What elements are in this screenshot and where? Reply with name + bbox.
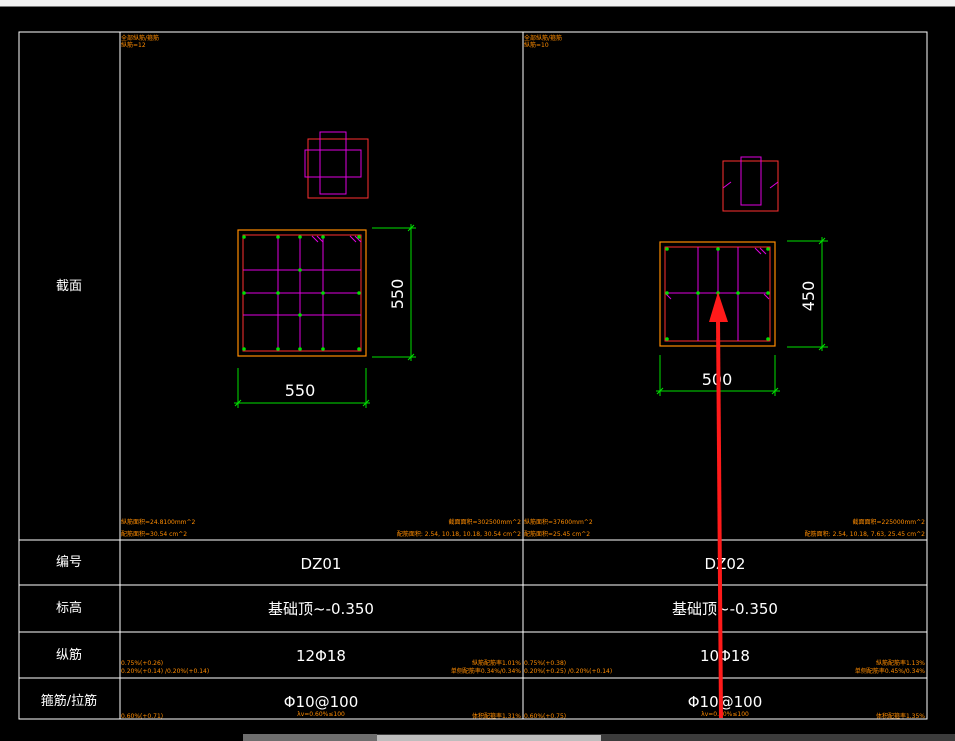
row-label-elevation: 标高 [56, 600, 82, 616]
area-note-right: 截面面积=225000mm^2 [853, 518, 926, 526]
column-dz01[interactable]: 全部纵筋/箍筋 纵筋=12 550 550 纵筋面积=24.8100mm^2 配… [121, 34, 521, 720]
rebar-dot [298, 313, 302, 317]
rebar-dot [321, 291, 325, 295]
long-note-left: 0.75%(+0.26) [121, 660, 163, 667]
rebar-dot [298, 347, 302, 351]
note-title: 全部纵筋/箍筋 [524, 34, 562, 42]
rebar-dot [665, 291, 669, 295]
column-stirrups: Φ10@100 [688, 693, 763, 711]
rebar-dot [298, 235, 302, 239]
long-note-left-2: 0.20%(+0.25) /0.20%(+0.14) [524, 668, 612, 675]
rebar-dot [242, 291, 246, 295]
note-count: 纵筋=12 [121, 41, 146, 49]
area-note-left-2: 配筋面积=25.45 cm^2 [524, 530, 590, 538]
rebar-dot [242, 347, 246, 351]
row-label-section: 截面 [56, 279, 82, 294]
rebar-dot [665, 247, 669, 251]
rebar-dot [276, 291, 280, 295]
long-note-left-2: 0.20%(+0.14) /0.20%(+0.14) [121, 668, 209, 675]
column-stirrups: Φ10@100 [284, 693, 359, 711]
row-label-id: 编号 [56, 555, 82, 570]
note-title: 全部纵筋/箍筋 [121, 34, 159, 42]
rebar-dot [736, 291, 740, 295]
stirrup-note: λv=0.60%≤100 [701, 711, 749, 718]
long-note-right-2: 单侧配筋率0.45%/0.34% [855, 667, 925, 675]
table-grid [18, 31, 928, 720]
area-note-right-2: 配筋面积: 2.54, 10.18, 7.63, 25.45 cm^2 [805, 530, 926, 538]
rebar-dot [357, 291, 361, 295]
long-note-right: 纵筋配筋率1.01% [472, 659, 521, 667]
area-note-right: 截面面积=302500mm^2 [449, 518, 522, 526]
rebar-dot [766, 337, 770, 341]
stirrup-note: λv=0.60%≤100 [297, 711, 345, 718]
dimension-lines [234, 224, 416, 408]
dim-height-label: 450 [799, 281, 818, 312]
rebar-dot [321, 235, 325, 239]
rebar-dot [242, 235, 246, 239]
column-long-bars: 12Φ18 [296, 647, 346, 665]
column-id: DZ01 [301, 555, 342, 573]
stirrup-note-left: 0.60%(+0.71) [121, 713, 163, 720]
rebar-dot [357, 347, 361, 351]
area-note-left: 纵筋面积=24.8100mm^2 [121, 518, 196, 526]
dimension-lines [656, 237, 828, 396]
stirrup-note-right: 体积配箍率1.35% [876, 712, 925, 720]
column-long-bars: 10Φ18 [700, 647, 750, 665]
scrollbar-left-segment[interactable] [243, 734, 377, 741]
area-note-right-2: 配筋面积: 2.54, 10.18, 10.18, 30.54 cm^2 [397, 530, 521, 538]
rebar-dot [276, 235, 280, 239]
note-count: 纵筋=10 [524, 41, 549, 49]
row-label-long-bars: 纵筋 [56, 647, 82, 663]
rebar-dot [766, 247, 770, 251]
long-note-right: 纵筋配筋率1.13% [876, 659, 925, 667]
rebar-dot [696, 291, 700, 295]
stirrup-note-right: 体积配箍率1.31% [472, 712, 521, 720]
rebar-dot [321, 347, 325, 351]
rebar-dot [766, 291, 770, 295]
column-id: DZ02 [705, 555, 746, 573]
column-dz02[interactable]: 全部纵筋/箍筋 纵筋=10 500 450 纵筋面积 [524, 34, 925, 720]
column-elevation: 基础顶~-0.350 [672, 600, 778, 618]
long-note-right-2: 单侧配筋率0.34%/0.34% [451, 667, 521, 675]
row-label-stirrups: 箍筋/拉筋 [41, 693, 97, 709]
rebar-dot [716, 247, 720, 251]
rebar-dot [357, 235, 361, 239]
dim-height-label: 550 [388, 279, 407, 310]
section-diagram [237, 229, 367, 357]
long-note-left: 0.75%(+0.38) [524, 660, 566, 667]
stirrup-note-left: 0.60%(+0.75) [524, 713, 566, 720]
stirrup-detail-diagram [722, 156, 779, 212]
area-note-left: 纵筋面积=37600mm^2 [524, 518, 593, 526]
column-elevation: 基础顶~-0.350 [268, 600, 374, 618]
rebar-dot [276, 347, 280, 351]
area-note-left-2: 配筋面积=30.54 cm^2 [121, 530, 187, 538]
scrollbar-thumb[interactable] [377, 735, 601, 741]
rebar-dot [665, 337, 669, 341]
rebar-dot [298, 268, 302, 272]
cad-drawing-canvas[interactable]: 截面 编号 标高 纵筋 箍筋/拉筋 全部纵筋/箍筋 纵筋=12 550 550 … [0, 0, 955, 741]
dim-width-label: 550 [285, 381, 316, 400]
stirrup-detail-diagram [304, 131, 369, 199]
